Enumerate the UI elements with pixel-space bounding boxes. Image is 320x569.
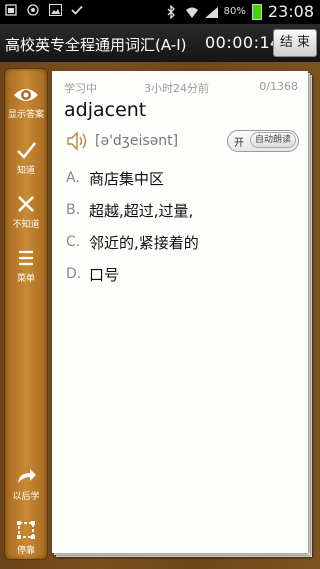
option-a[interactable]: A. 商店集中区	[66, 166, 164, 190]
sidebar-item-label: 知道	[16, 166, 35, 176]
app-notification-icon	[4, 3, 18, 17]
option-letter: B.	[66, 202, 81, 218]
check-notification-icon	[70, 3, 84, 17]
progress-counter: 0/1368	[259, 80, 298, 93]
option-c[interactable]: C. 邻近的,紧接着的	[66, 230, 199, 254]
word-card: 学习中 3小时24分前 0/1368 adjacent [ə'dʒeisənt]…	[52, 71, 308, 553]
page-title: 高校英专全程通用词汇(A-I)	[5, 36, 187, 54]
study-status: 学习中	[64, 82, 97, 95]
sidebar-item-label: 停靠	[16, 546, 35, 556]
option-text: 口号	[89, 265, 120, 284]
toggle-state: 开	[234, 138, 244, 149]
elapsed-timer: 00:00:14	[205, 33, 281, 52]
sidebar-item-label: 不知道	[12, 220, 40, 230]
menu-icon	[19, 250, 33, 266]
option-letter: A.	[66, 170, 80, 186]
option-letter: C.	[66, 234, 81, 250]
speaker-icon[interactable]	[66, 131, 90, 155]
dock-icon	[17, 521, 35, 539]
dont-know-button[interactable]: 不知道	[5, 193, 47, 230]
sidebar-item-label: 显示答案	[7, 110, 44, 120]
option-text: 邻近的,紧接着的	[89, 233, 199, 252]
status-bar: 80% 23:08	[0, 0, 320, 24]
title-bar: 高校英专全程通用词汇(A-I) 00:00:14 结 束	[0, 24, 320, 62]
option-text: 超越,超过,过量,	[89, 201, 194, 220]
record-icon	[26, 3, 40, 17]
option-b[interactable]: B. 超越,超过,过量,	[66, 198, 193, 222]
x-icon	[18, 196, 34, 212]
image-icon	[48, 3, 62, 17]
auto-read-toggle[interactable]: 开 自动朗读	[227, 130, 299, 152]
time-ago: 3小时24分前	[144, 82, 209, 95]
option-letter: D.	[66, 266, 82, 282]
phonetic: [ə'dʒeisənt]	[95, 133, 179, 149]
dock-button[interactable]: 停靠	[5, 519, 47, 556]
learn-later-button[interactable]: 以后学	[5, 465, 47, 502]
end-button[interactable]: 结 束	[273, 29, 317, 57]
know-button[interactable]: 知道	[5, 139, 47, 176]
forward-arrow-icon	[18, 469, 36, 483]
battery-icon	[251, 3, 262, 20]
signal-icon	[204, 5, 218, 19]
toggle-label: 自动朗读	[250, 132, 296, 148]
battery-percent: 80%	[223, 6, 246, 17]
vocabulary-word: adjacent	[64, 99, 147, 121]
sidebar-item-label: 以后学	[12, 492, 40, 502]
show-answer-button[interactable]: 显示答案	[5, 85, 47, 120]
clock: 23:08	[267, 2, 314, 21]
sidebar: 显示答案 知道 不知道 菜单 以后学 停靠	[4, 68, 48, 560]
option-text: 商店集中区	[89, 169, 165, 188]
eye-icon	[14, 89, 38, 101]
menu-button[interactable]: 菜单	[5, 247, 47, 284]
sidebar-item-label: 菜单	[16, 274, 35, 284]
option-d[interactable]: D. 口号	[66, 262, 119, 286]
check-icon	[17, 142, 36, 159]
wifi-icon	[184, 5, 198, 19]
bluetooth-icon	[164, 4, 178, 19]
